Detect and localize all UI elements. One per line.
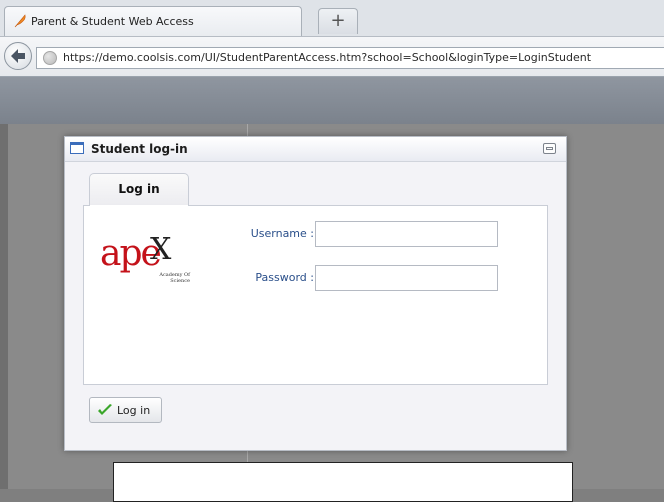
site-identity-icon[interactable] — [43, 51, 57, 65]
page-left-strip — [0, 124, 8, 489]
browser-nav-bar: https://demo.coolsis.com/UI/StudentParen… — [0, 37, 664, 77]
student-login-dialog: Student log-in Log in ape X Academy Of S… — [64, 136, 567, 451]
new-tab-button[interactable]: + — [318, 8, 358, 34]
tab-log-in[interactable]: Log in — [89, 173, 189, 207]
dialog-header: Student log-in — [65, 137, 566, 162]
apex-logo: ape X Academy Of Science — [100, 230, 200, 290]
login-button-label: Log in — [117, 404, 151, 417]
browser-tab[interactable]: Parent & Student Web Access — [4, 6, 302, 36]
restore-window-icon[interactable] — [543, 143, 556, 154]
feather-favicon-icon — [14, 14, 26, 28]
page-content-box — [113, 462, 573, 502]
logo-x: X — [150, 232, 172, 267]
logo-subtitle: Academy Of Science — [159, 272, 190, 284]
password-field[interactable] — [315, 265, 498, 291]
address-bar[interactable]: https://demo.coolsis.com/UI/StudentParen… — [36, 47, 664, 69]
username-field[interactable] — [315, 221, 498, 247]
password-label: Password : — [255, 271, 314, 284]
back-button[interactable] — [4, 42, 32, 70]
login-button[interactable]: Log in — [89, 397, 162, 423]
username-label: Username : — [250, 227, 314, 240]
browser-tab-strip: Parent & Student Web Access + — [0, 0, 664, 37]
back-arrow-icon — [11, 49, 25, 63]
checkmark-icon — [98, 404, 112, 415]
url-text: https://demo.coolsis.com/UI/StudentParen… — [63, 51, 592, 64]
window-icon — [70, 142, 84, 154]
login-tab-panel: ape X Academy Of Science Username : Pass… — [83, 205, 548, 385]
browser-tab-title: Parent & Student Web Access — [31, 15, 194, 28]
page-header-band — [0, 77, 664, 124]
dialog-title: Student log-in — [91, 142, 188, 156]
